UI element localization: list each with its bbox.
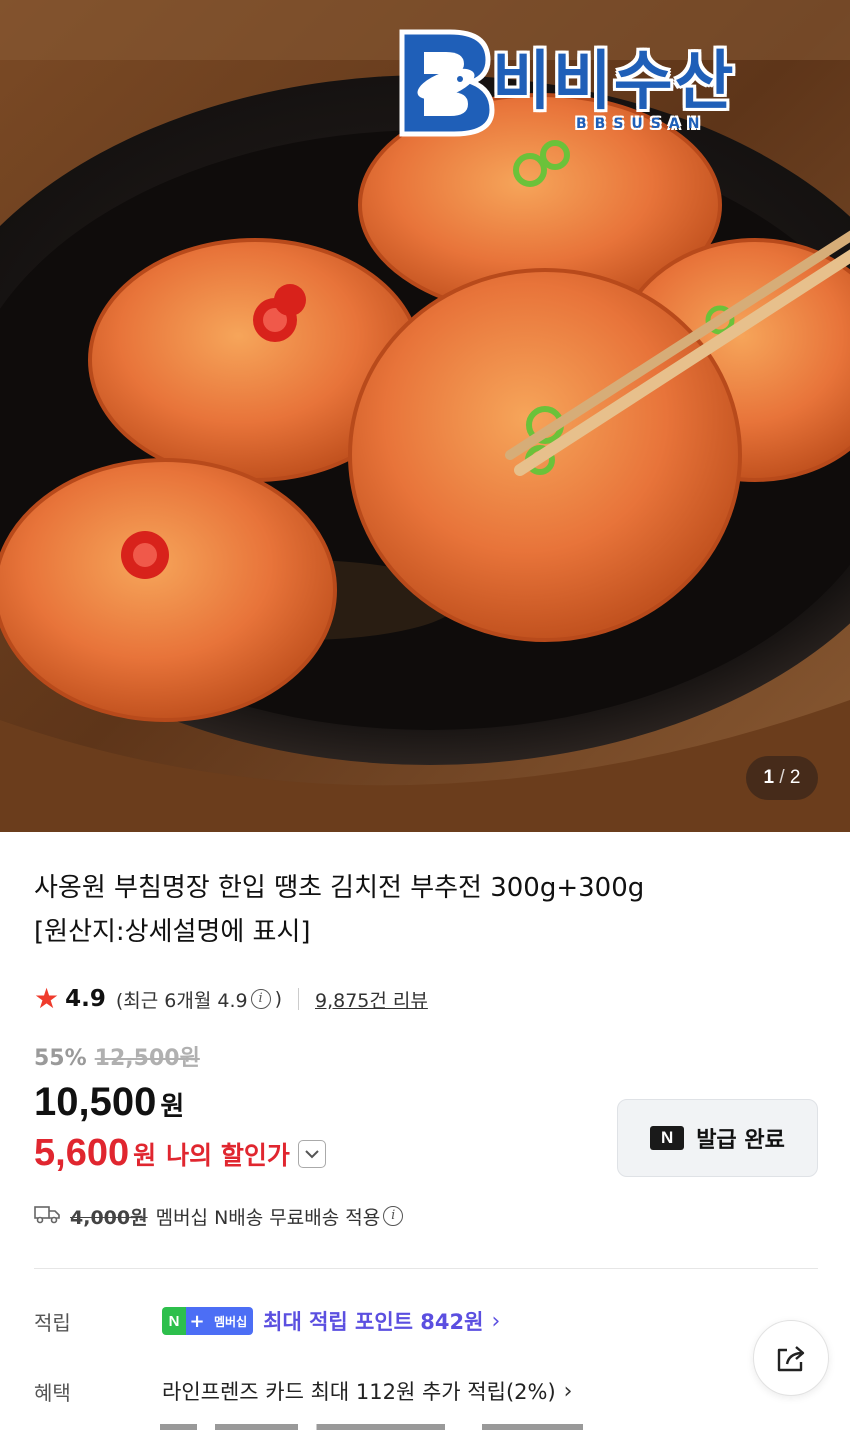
discount-percent: 55% xyxy=(34,1046,87,1071)
chevron-down-icon[interactable] xyxy=(297,1139,326,1168)
section-divider xyxy=(34,1268,818,1269)
next-row-cut-off xyxy=(160,1420,620,1435)
shipping-info-icon[interactable]: i xyxy=(383,1206,404,1226)
image-counter: 1 / 2 xyxy=(746,756,818,800)
shipping-row: 4,000원 멤버십 N배송 무료배송 적용 i xyxy=(34,1200,407,1232)
sale-price: 10,500 xyxy=(34,1080,157,1124)
share-button[interactable] xyxy=(753,1320,829,1396)
benefit-text: 라인프렌즈 카드 최대 112원 추가 적립(2%) xyxy=(162,1380,556,1404)
image-counter-current: 1 xyxy=(763,767,775,788)
membership-badge-text: 멤버십 xyxy=(208,1307,254,1335)
product-title: 사옹원 부침명장 한입 땡초 김치전 부추전 300g+300g [원산지:상세… xyxy=(34,866,824,954)
coupon-issued-button[interactable]: N 발급 완료 xyxy=(617,1099,818,1177)
my-discount-label: 나의 할인가 xyxy=(166,1140,290,1170)
naver-n-icon: N xyxy=(650,1126,685,1150)
membership-n-icon: N xyxy=(162,1307,186,1335)
product-image-carousel[interactable]: 비비수산 BBSUSAN 1 / 2 xyxy=(0,0,850,832)
sale-price-row: 10,500 원 xyxy=(34,1080,184,1125)
product-title-line-1: 사옹원 부침명장 한입 땡초 김치전 부추전 300g+300g xyxy=(34,873,645,903)
info-icon[interactable]: i xyxy=(250,989,271,1009)
chevron-right-icon: › xyxy=(491,1308,501,1334)
original-price: 12,500원 xyxy=(94,1046,200,1071)
discount-row: 55% 12,500원 xyxy=(34,1040,200,1072)
rating-row: ★ 4.9 (최근 6개월 4.9 i ) 9,875건 리뷰 xyxy=(34,982,428,1016)
share-icon xyxy=(777,1346,805,1372)
product-title-line-2: [원산지:상세설명에 표시] xyxy=(34,917,311,947)
divider-bar xyxy=(298,988,299,1010)
star-icon: ★ xyxy=(34,982,60,1015)
coupon-issued-label: 발급 완료 xyxy=(696,1128,785,1153)
rating-score: 4.9 xyxy=(65,986,106,1012)
chevron-right-icon: › xyxy=(563,1378,573,1404)
my-discount-price-row[interactable]: 5,600 원 나의 할인가 xyxy=(34,1132,326,1175)
brand-watermark: 비비수산 BBSUSAN xyxy=(388,22,808,140)
shipping-text: 멤버십 N배송 무료배송 적용 xyxy=(155,1206,381,1229)
sale-price-unit: 원 xyxy=(160,1092,185,1122)
my-discount-price: 5,600 xyxy=(34,1132,130,1174)
brand-logo-icon xyxy=(399,29,495,137)
points-label: 적립 xyxy=(34,1310,71,1335)
points-row[interactable]: 적립 N + 멤버십 최대 적립 포인트 842원 › xyxy=(34,1303,824,1339)
image-counter-total: 2 xyxy=(789,767,801,788)
review-count-link[interactable]: 9,875건 리뷰 xyxy=(315,986,428,1013)
benefit-label: 혜택 xyxy=(34,1380,71,1405)
brand-subtitle: BBSUSAN xyxy=(576,116,708,132)
brand-name: 비비수산 xyxy=(492,45,736,119)
benefit-row[interactable]: 혜택 라인프렌즈 카드 최대 112원 추가 적립(2%) › xyxy=(34,1373,824,1409)
truck-icon xyxy=(34,1204,60,1229)
membership-badge: N + 멤버십 xyxy=(162,1307,254,1335)
image-counter-separator: / xyxy=(779,767,785,788)
membership-plus-icon: + xyxy=(186,1307,208,1335)
recent-rating-suffix: ) xyxy=(274,988,282,1010)
max-points-text: 최대 적립 포인트 842원 xyxy=(263,1310,484,1334)
my-discount-price-unit: 원 xyxy=(133,1140,157,1170)
original-shipping-fee: 4,000원 xyxy=(70,1206,148,1229)
recent-rating-prefix: (최근 6개월 4.9 xyxy=(115,989,248,1012)
